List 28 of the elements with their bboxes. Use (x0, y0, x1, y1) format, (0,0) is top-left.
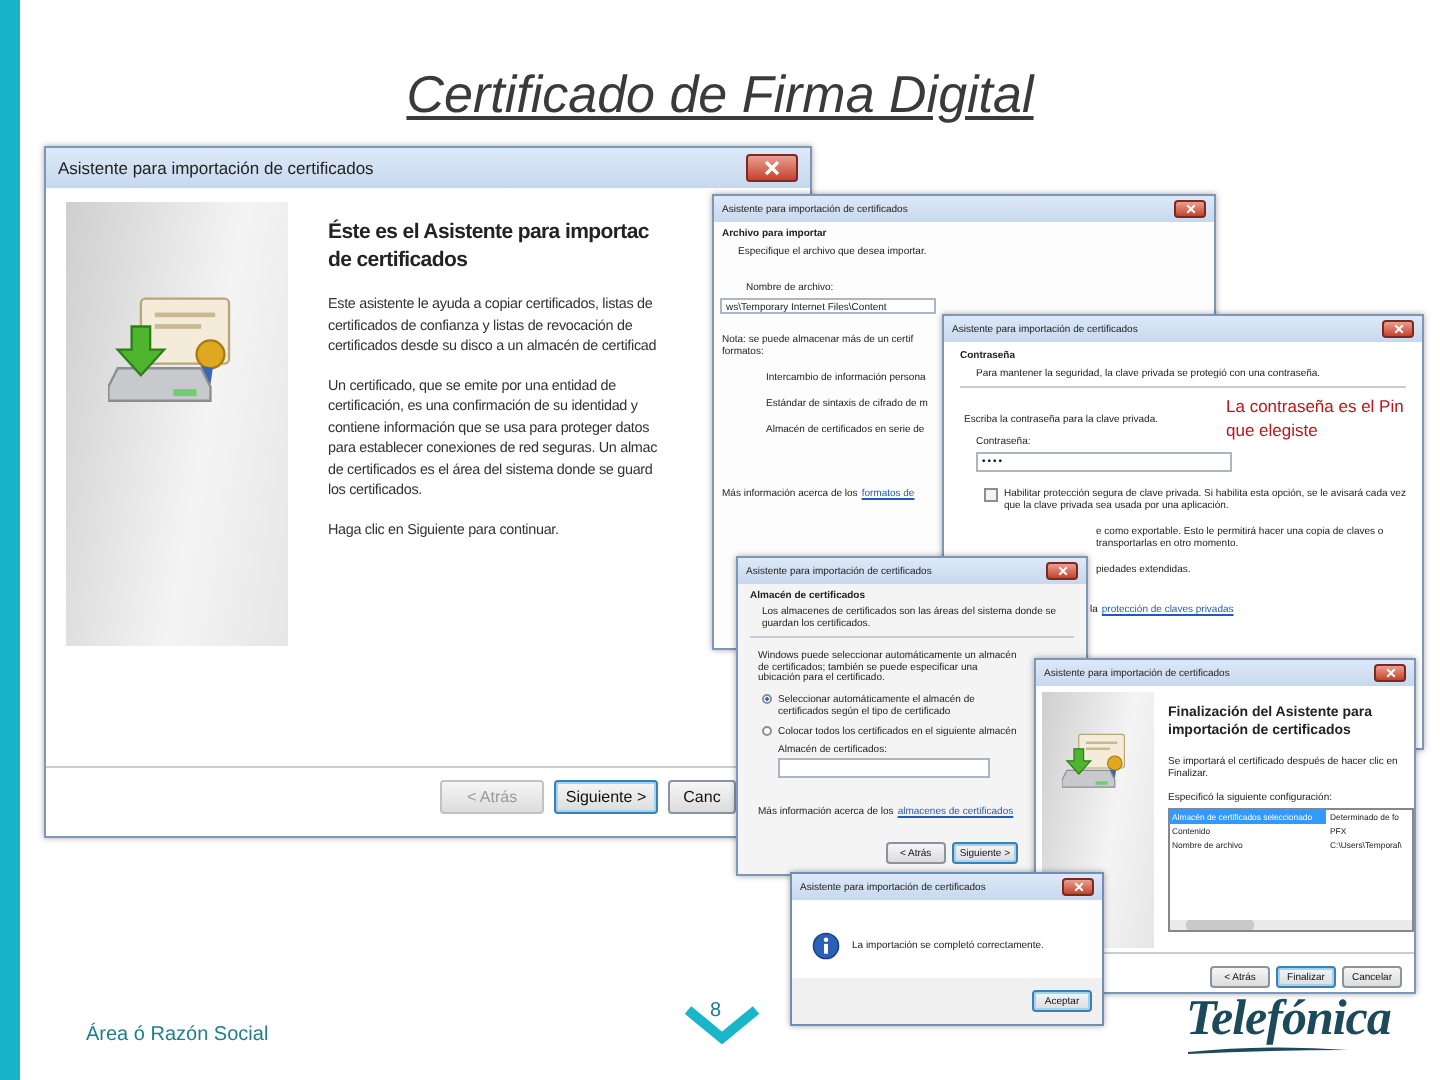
radio-button[interactable] (762, 725, 772, 735)
dialog-button[interactable]: Canc (668, 780, 736, 814)
logo-text: Telefónica (1186, 992, 1391, 1048)
close-icon (1183, 204, 1197, 214)
close-button[interactable] (746, 154, 798, 182)
close-icon (1055, 566, 1069, 576)
close-icon (1383, 668, 1397, 678)
close-icon (762, 160, 782, 176)
checkbox[interactable] (984, 488, 998, 502)
page-number: 8 (710, 1000, 722, 1022)
close-button[interactable] (1174, 200, 1206, 218)
window-title: Asistente para importación de certificados (58, 158, 374, 178)
chevron-icon (682, 1004, 762, 1044)
close-button[interactable] (1046, 562, 1078, 580)
scroll-thumb[interactable] (1186, 920, 1254, 930)
close-button[interactable] (1382, 320, 1414, 338)
radio-button[interactable] (762, 693, 772, 703)
close-icon (1391, 324, 1405, 334)
annotation-text: La contraseña es el Pin que elegiste (1226, 394, 1406, 442)
slide-title: Certificado de Firma Digital (404, 62, 1037, 126)
close-button[interactable] (1062, 878, 1094, 896)
info-icon (812, 932, 840, 960)
dialog-button[interactable]: Siguiente > (554, 780, 658, 814)
close-button[interactable] (1374, 664, 1406, 682)
close-icon (1071, 882, 1085, 892)
footer-text: Área ó Razón Social (86, 1024, 269, 1046)
store-field[interactable] (778, 757, 990, 777)
scrollbar[interactable] (1170, 920, 1412, 930)
